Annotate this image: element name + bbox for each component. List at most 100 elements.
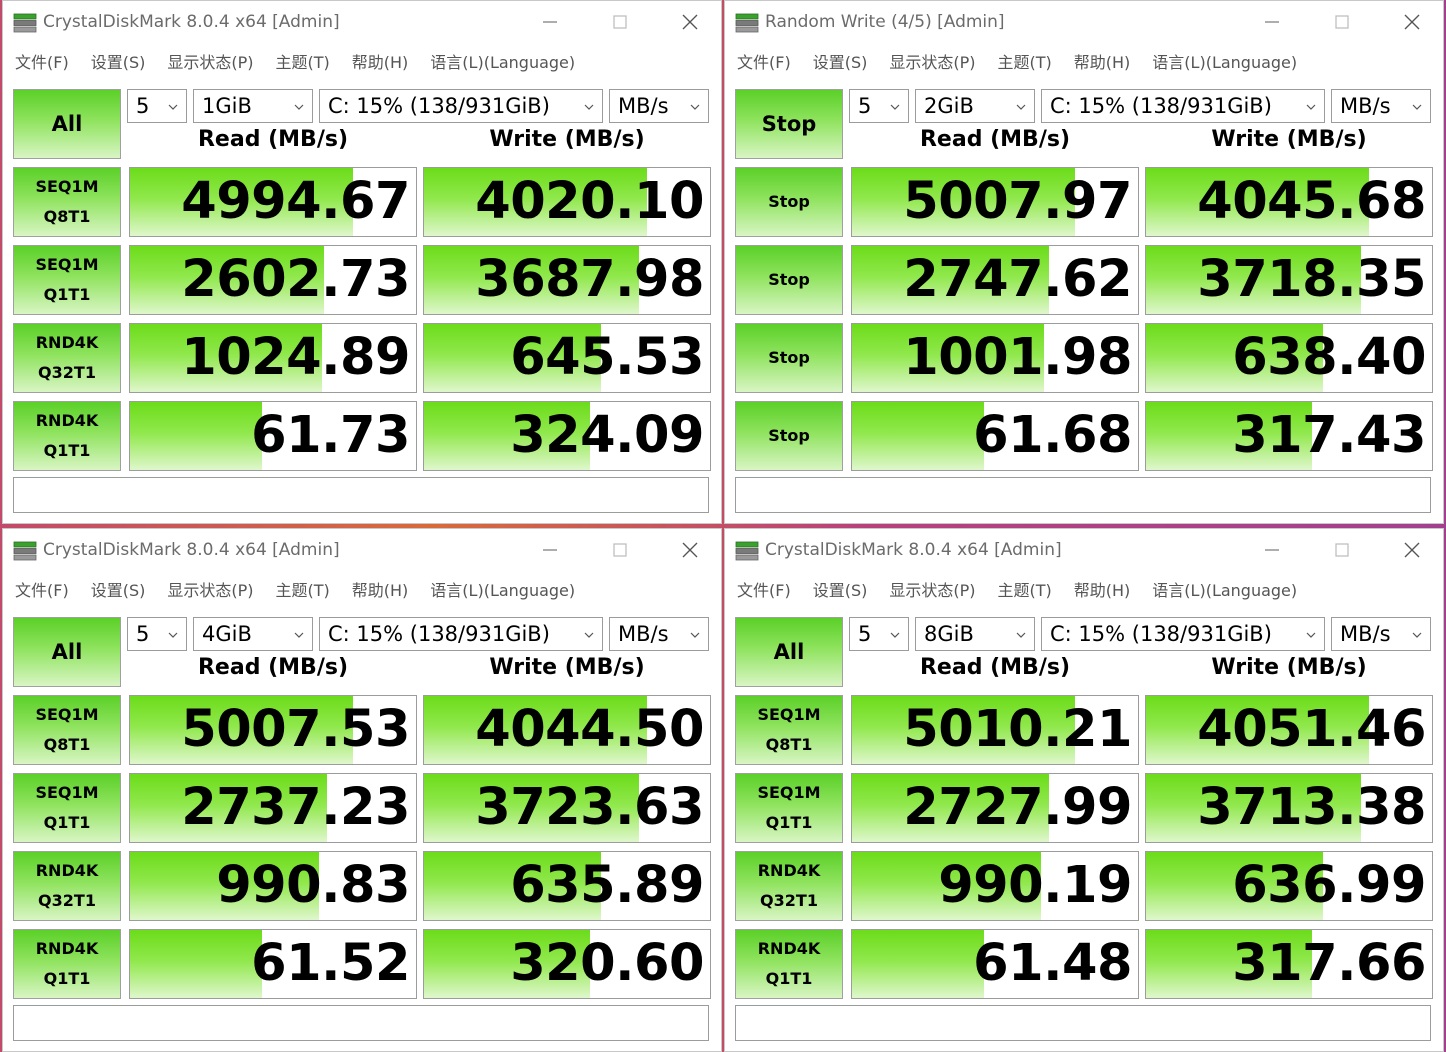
test-size-select[interactable]: 4GiB xyxy=(193,617,313,651)
test-button-2[interactable]: RND4K Q32T1 xyxy=(13,851,121,921)
menu-item-3[interactable]: 主题(T) xyxy=(265,571,341,605)
unit-select[interactable]: MB/s xyxy=(1331,89,1431,123)
test-label-line1: SEQ1M xyxy=(35,255,99,274)
run-all-button[interactable]: All xyxy=(13,89,121,159)
test-button-0[interactable]: SEQ1M Q8T1 xyxy=(735,695,843,765)
test-button-0[interactable]: Stop xyxy=(735,167,843,237)
read-column-header: Read (MB/s) xyxy=(197,655,348,680)
write-result-cell: 635.89 xyxy=(423,851,711,921)
read-speed-value: 61.48 xyxy=(973,934,1132,993)
menu-item-5[interactable]: 语言(L)(Language) xyxy=(1141,43,1308,77)
maximize-icon[interactable] xyxy=(603,537,637,563)
maximize-icon[interactable] xyxy=(1325,537,1359,563)
run-all-button[interactable]: Stop xyxy=(735,89,843,159)
drive-select[interactable]: C: 15% (138/931GiB) xyxy=(1041,617,1325,651)
test-button-0[interactable]: SEQ1M Q8T1 xyxy=(13,167,121,237)
minimize-icon[interactable] xyxy=(533,537,567,563)
benchmark-window-1gib: CrystalDiskMark 8.0.4 x64 [Admin] 文件(F) 设… xyxy=(2,0,722,524)
menu-item-0[interactable]: 文件(F) xyxy=(3,43,80,77)
menu-item-0[interactable]: 文件(F) xyxy=(725,571,802,605)
test-size-select[interactable]: 2GiB xyxy=(915,89,1035,123)
menu-item-4[interactable]: 帮助(H) xyxy=(1063,571,1142,605)
write-result-cell: 636.99 xyxy=(1145,851,1433,921)
menu-item-5[interactable]: 语言(L)(Language) xyxy=(1141,571,1308,605)
test-button-2[interactable]: RND4K Q32T1 xyxy=(13,323,121,393)
menu-item-1[interactable]: 设置(S) xyxy=(802,43,879,77)
menu-item-0[interactable]: 文件(F) xyxy=(3,571,80,605)
close-icon[interactable] xyxy=(1395,537,1429,563)
test-button-1[interactable]: Stop xyxy=(735,245,843,315)
menu-item-2[interactable]: 显示状态(P) xyxy=(878,43,986,77)
menu-item-2[interactable]: 显示状态(P) xyxy=(156,571,264,605)
drive-select[interactable]: C: 15% (138/931GiB) xyxy=(319,89,603,123)
test-button-1[interactable]: SEQ1M Q1T1 xyxy=(13,245,121,315)
run-all-button[interactable]: All xyxy=(13,617,121,687)
drive-select[interactable]: C: 15% (138/931GiB) xyxy=(319,617,603,651)
menu-item-4[interactable]: 帮助(H) xyxy=(341,571,420,605)
close-icon[interactable] xyxy=(1395,9,1429,35)
unit-select[interactable]: MB/s xyxy=(1331,617,1431,651)
read-speed-value: 5010.21 xyxy=(903,700,1132,759)
chevron-down-icon xyxy=(584,104,594,110)
read-speed-value: 2747.62 xyxy=(903,250,1132,309)
test-button-2[interactable]: Stop xyxy=(735,323,843,393)
menu-item-1[interactable]: 设置(S) xyxy=(80,43,157,77)
test-count-select[interactable]: 5 xyxy=(849,89,909,123)
chevron-down-icon xyxy=(584,632,594,638)
test-count-select[interactable]: 5 xyxy=(127,617,187,651)
test-button-2[interactable]: RND4K Q32T1 xyxy=(735,851,843,921)
menu-item-3[interactable]: 主题(T) xyxy=(987,43,1063,77)
title-bar[interactable]: CrystalDiskMark 8.0.4 x64 [Admin] xyxy=(725,529,1443,571)
unit-select[interactable]: MB/s xyxy=(609,89,709,123)
close-icon[interactable] xyxy=(673,9,707,35)
menu-item-5[interactable]: 语言(L)(Language) xyxy=(419,43,586,77)
test-button-3[interactable]: Stop xyxy=(735,401,843,471)
unit-select[interactable]: MB/s xyxy=(609,617,709,651)
drive-select[interactable]: C: 15% (138/931GiB) xyxy=(1041,89,1325,123)
menu-item-1[interactable]: 设置(S) xyxy=(80,571,157,605)
test-size-value: 8GiB xyxy=(924,622,974,646)
comment-input[interactable] xyxy=(735,1005,1431,1041)
menu-item-3[interactable]: 主题(T) xyxy=(265,43,341,77)
run-all-button[interactable]: All xyxy=(735,617,843,687)
test-button-3[interactable]: RND4K Q1T1 xyxy=(13,401,121,471)
title-bar[interactable]: CrystalDiskMark 8.0.4 x64 [Admin] xyxy=(3,529,721,571)
test-button-3[interactable]: RND4K Q1T1 xyxy=(13,929,121,999)
title-bar[interactable]: Random Write (4/5) [Admin] xyxy=(725,1,1443,43)
menu-item-3[interactable]: 主题(T) xyxy=(987,571,1063,605)
read-speed-value: 2602.73 xyxy=(181,250,410,309)
comment-input[interactable] xyxy=(735,477,1431,513)
menu-item-0[interactable]: 文件(F) xyxy=(725,43,802,77)
comment-input[interactable] xyxy=(13,477,709,513)
test-button-3[interactable]: RND4K Q1T1 xyxy=(735,929,843,999)
comment-input[interactable] xyxy=(13,1005,709,1041)
close-icon[interactable] xyxy=(673,537,707,563)
read-column-header: Read (MB/s) xyxy=(197,127,348,152)
menu-item-2[interactable]: 显示状态(P) xyxy=(156,43,264,77)
test-size-select[interactable]: 1GiB xyxy=(193,89,313,123)
menu-item-2[interactable]: 显示状态(P) xyxy=(878,571,986,605)
maximize-icon[interactable] xyxy=(1325,9,1359,35)
test-count-value: 5 xyxy=(136,94,150,118)
minimize-icon[interactable] xyxy=(1255,537,1289,563)
test-button-1[interactable]: SEQ1M Q1T1 xyxy=(13,773,121,843)
write-result-cell: 3718.35 xyxy=(1145,245,1433,315)
menu-item-1[interactable]: 设置(S) xyxy=(802,571,879,605)
menu-item-4[interactable]: 帮助(H) xyxy=(1063,43,1142,77)
test-count-select[interactable]: 5 xyxy=(849,617,909,651)
menu-item-4[interactable]: 帮助(H) xyxy=(341,43,420,77)
title-bar[interactable]: CrystalDiskMark 8.0.4 x64 [Admin] xyxy=(3,1,721,43)
test-button-1[interactable]: SEQ1M Q1T1 xyxy=(735,773,843,843)
write-speed-value: 3723.63 xyxy=(475,778,704,837)
test-button-0[interactable]: SEQ1M Q8T1 xyxy=(13,695,121,765)
maximize-icon[interactable] xyxy=(603,9,637,35)
write-result-cell: 324.09 xyxy=(423,401,711,471)
test-size-select[interactable]: 8GiB xyxy=(915,617,1035,651)
chevron-down-icon xyxy=(1016,104,1026,110)
menu-item-5[interactable]: 语言(L)(Language) xyxy=(419,571,586,605)
test-count-select[interactable]: 5 xyxy=(127,89,187,123)
write-column-header: Write (MB/s) xyxy=(1211,655,1367,680)
minimize-icon[interactable] xyxy=(533,9,567,35)
minimize-icon[interactable] xyxy=(1255,9,1289,35)
write-result-cell: 638.40 xyxy=(1145,323,1433,393)
